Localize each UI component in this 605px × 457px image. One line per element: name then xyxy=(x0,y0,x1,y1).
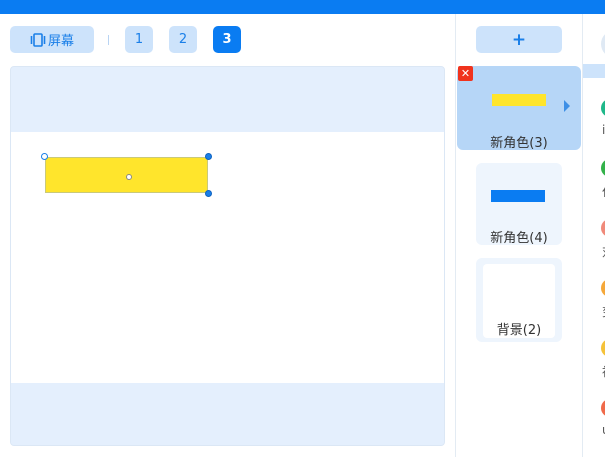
stage-bottom-band xyxy=(11,383,444,445)
right-panel-partial: i 仆 对 变 神 u xyxy=(583,14,605,457)
page-1-label: 1 xyxy=(134,32,144,47)
add-role-label: + xyxy=(511,29,527,50)
role-card-background[interactable]: 背景(2) xyxy=(476,258,562,342)
role-thumbnail-blue xyxy=(491,190,545,202)
category-dot[interactable] xyxy=(601,159,605,177)
role-label: 新角色(4) xyxy=(490,231,548,246)
resize-handle-top-right[interactable] xyxy=(205,153,212,160)
page-3-button[interactable]: 3 xyxy=(213,26,241,53)
role-card-selected[interactable]: ✕ 新角色(3) xyxy=(457,66,581,151)
page-1-button[interactable]: 1 xyxy=(125,26,153,53)
category-dot[interactable] xyxy=(601,99,605,117)
category-dot[interactable] xyxy=(601,279,605,297)
right-panel-avatar[interactable] xyxy=(601,30,605,58)
right-panel-tab[interactable] xyxy=(583,64,605,78)
page-2-label: 2 xyxy=(178,32,188,47)
stage-top-band xyxy=(11,67,444,132)
roles-panel: + ✕ 新角色(3) 新角色(4) 背景(2) xyxy=(456,14,582,457)
selected-sprite[interactable] xyxy=(45,157,208,193)
add-role-button[interactable]: + xyxy=(476,26,562,53)
screen-toggle-button[interactable]: 屏幕 xyxy=(10,26,94,53)
role-label: 背景(2) xyxy=(496,323,542,338)
stage-toolbar: 屏幕 1 2 3 xyxy=(0,14,455,66)
sprite-center-point xyxy=(126,174,132,180)
role-thumbnail-yellow xyxy=(492,94,546,106)
role-card[interactable]: 新角色(4) xyxy=(476,163,562,246)
screen-button-label: 屏幕 xyxy=(47,34,74,49)
page-2-button[interactable]: 2 xyxy=(169,26,197,53)
close-icon[interactable]: ✕ xyxy=(458,66,473,81)
page-3-label: 3 xyxy=(222,32,232,47)
toolbar-separator xyxy=(108,35,109,45)
rotate-handle-icon[interactable] xyxy=(41,153,48,160)
stage[interactable] xyxy=(10,66,445,446)
category-dot[interactable] xyxy=(601,399,605,417)
stage-canvas[interactable] xyxy=(11,132,444,383)
caret-right-icon xyxy=(564,100,570,112)
top-accent-bar xyxy=(0,0,605,14)
category-dot[interactable] xyxy=(601,219,605,237)
category-dot[interactable] xyxy=(601,339,605,357)
screen-rotate-icon xyxy=(30,32,46,47)
resize-handle-bottom-right[interactable] xyxy=(205,190,212,197)
role-label: 新角色(3) xyxy=(490,136,548,151)
